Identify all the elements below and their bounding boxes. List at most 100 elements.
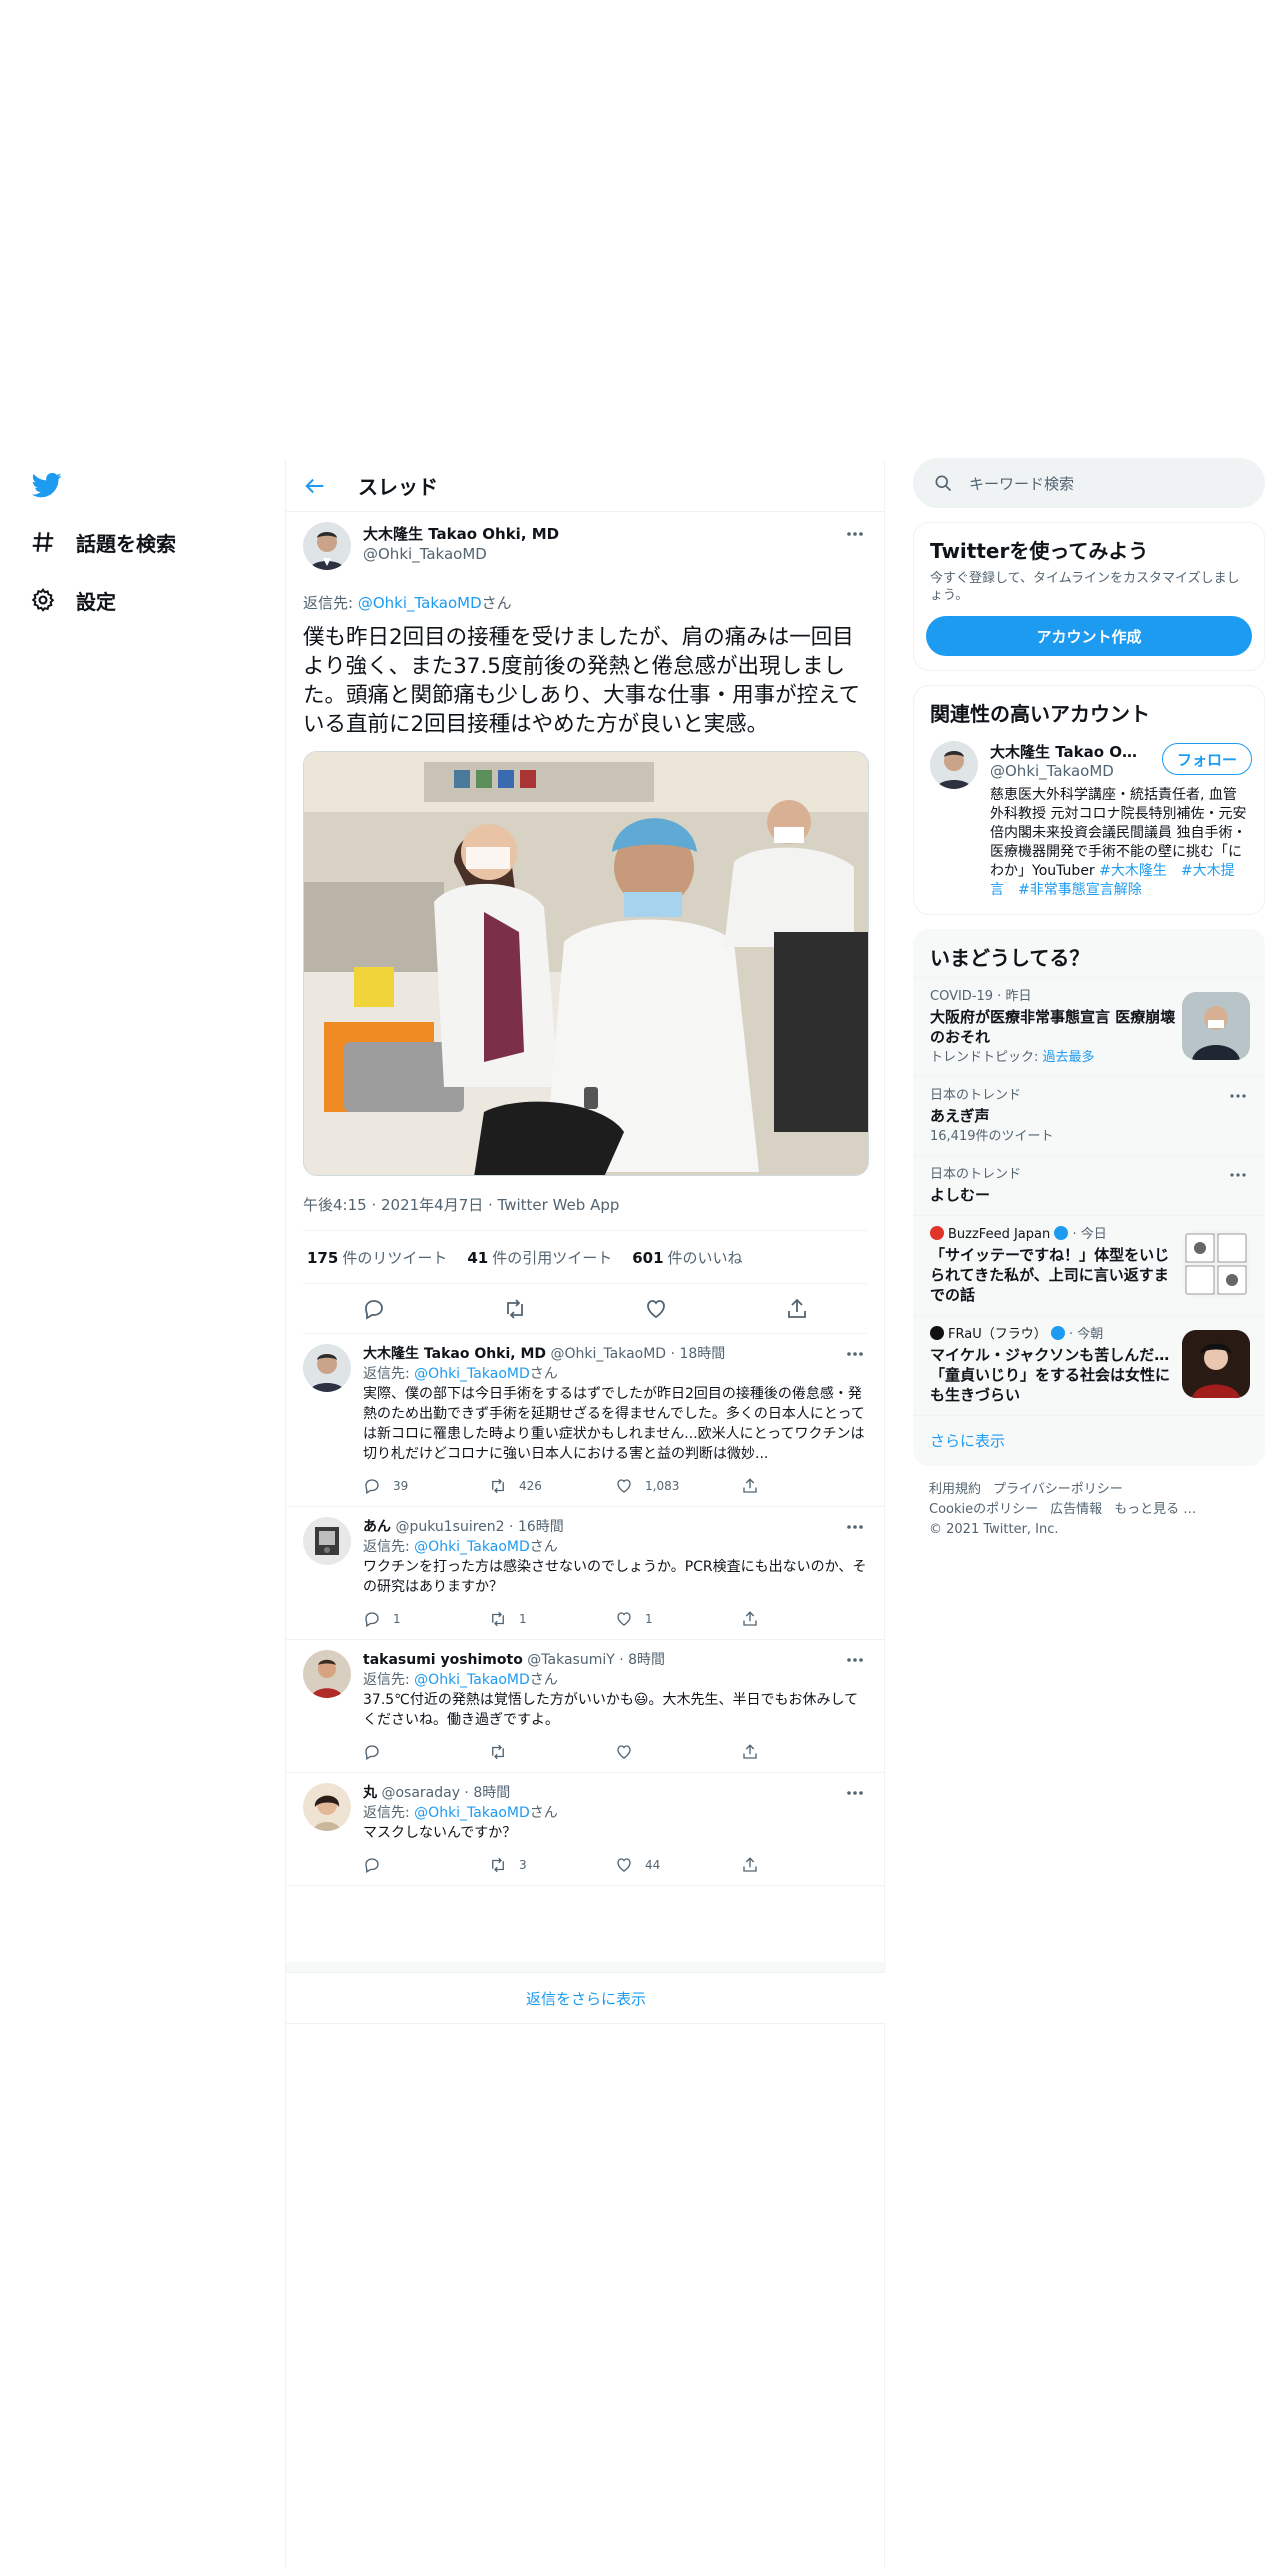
reply-time[interactable]: 8時間 (628, 1652, 665, 1668)
reply-to-link[interactable]: @Ohki_TakaoMD (414, 1366, 530, 1382)
avatar[interactable] (303, 1650, 351, 1698)
retweet-icon (492, 1478, 504, 1494)
avatar[interactable] (303, 1783, 351, 1831)
like-button[interactable] (615, 1743, 741, 1761)
trends-card: いまどうしてる？ COVID-19 · 昨日 大阪府が医療非常事態宣言 医療崩壊… (913, 929, 1265, 1466)
retweet-count-stat[interactable]: 175 件のリツイート (307, 1247, 447, 1268)
related-account[interactable]: 大木隆生 Takao Ohki... @Ohki_TakaoMD 慈恵医大外科学… (914, 733, 1264, 914)
reply-time[interactable]: 8時間 (473, 1785, 510, 1801)
nav-item-settings[interactable]: 設定 (30, 580, 116, 620)
hashtag-link[interactable]: #非常事態宣言解除 (1018, 882, 1142, 898)
author-username[interactable]: @Ohki_TakaoMD (363, 544, 559, 564)
reply-time[interactable]: 18時間 (679, 1346, 725, 1362)
reply-display-name[interactable]: takasumi yoshimoto (363, 1652, 523, 1668)
reply-button[interactable] (363, 1856, 489, 1874)
reply-icon (365, 1858, 379, 1873)
tweet-timestamp[interactable]: 午後4:15 · 2021年4月7日 · Twitter Web App (303, 1194, 867, 1226)
tweet-photo[interactable] (303, 751, 869, 1176)
retweet-button[interactable]: 1 (489, 1610, 615, 1628)
more-options-icon[interactable] (843, 524, 867, 544)
like-icon (617, 1612, 631, 1626)
share-icon[interactable] (785, 1297, 809, 1321)
like-button[interactable]: 1,083 (615, 1477, 741, 1495)
quote-count-stat[interactable]: 41 件の引用ツイート (467, 1247, 612, 1268)
avatar[interactable] (303, 522, 351, 570)
reply-button[interactable]: 39 (363, 1477, 489, 1495)
retweet-button[interactable] (489, 1743, 615, 1761)
news-item[interactable]: FRaU（フラウ） · 今朝 マイケル・ジャクソンも苦しんだ…「童貞いじり」をす… (914, 1315, 1264, 1415)
avatar[interactable] (303, 1517, 351, 1565)
reply-tweet[interactable]: takasumi yoshimoto @TakasumiY · 8時間 返信先:… (286, 1640, 884, 1773)
avatar[interactable] (930, 741, 978, 789)
reply-icon (365, 1479, 379, 1494)
create-account-button[interactable]: アカウント作成 (926, 616, 1252, 656)
like-button[interactable]: 1 (615, 1610, 741, 1628)
reply-display-name[interactable]: あん (363, 1519, 391, 1535)
section-divider (286, 1962, 886, 1972)
more-options-icon[interactable] (843, 1344, 867, 1364)
reply-text: 37.5℃付近の発熱は覚悟した方がいいかも😃。大木先生、半日でもお休みしてくださ… (363, 1692, 859, 1728)
retweet-button[interactable]: 3 (489, 1856, 615, 1874)
like-button[interactable]: 44 (615, 1856, 741, 1874)
reply-text: ワクチンを打った方は感染させないのでしょうか。PCR検査にも出ないのか、その研究… (363, 1559, 867, 1595)
reply-to-link[interactable]: @Ohki_TakaoMD (414, 1672, 530, 1688)
more-options-icon[interactable] (1228, 1089, 1248, 1103)
reply-username[interactable]: @osaraday (381, 1785, 460, 1801)
cookie-link[interactable]: Cookieのポリシー (929, 1502, 1038, 1517)
twitter-logo-icon[interactable] (30, 470, 64, 500)
related-title: 関連性の高いアカウント (930, 702, 1150, 726)
share-button[interactable] (741, 1477, 867, 1495)
more-link[interactable]: もっと見る … (1114, 1502, 1196, 1517)
ads-info-link[interactable]: 広告情報 (1050, 1502, 1102, 1517)
more-options-icon[interactable] (843, 1517, 867, 1537)
reply-button[interactable]: 1 (363, 1610, 489, 1628)
follow-button[interactable]: フォロー (1162, 743, 1252, 775)
thread-column: スレッド 大木隆生 Takao Ohki, MD @Ohki_TakaoMD 返… (285, 460, 886, 2568)
share-icon (743, 1744, 757, 1759)
reply-to-link[interactable]: @Ohki_TakaoMD (414, 1539, 530, 1555)
like-count-stat[interactable]: 601 件のいいね (632, 1247, 742, 1268)
reply-username[interactable]: @Ohki_TakaoMD (551, 1346, 667, 1362)
reply-display-name[interactable]: 丸 (363, 1785, 377, 1801)
show-more-trends-link[interactable]: さらに表示 (914, 1415, 1264, 1465)
reply-to-link[interactable]: @Ohki_TakaoMD (358, 594, 482, 612)
trend-item[interactable]: 日本のトレンド よしむー (914, 1155, 1264, 1215)
more-options-icon[interactable] (843, 1783, 867, 1803)
news-thumbnail (1182, 1230, 1250, 1298)
nav-item-explore[interactable]: 話題を検索 (30, 522, 176, 562)
reply-username[interactable]: @puku1suiren2 (395, 1519, 504, 1535)
reply-tweet[interactable]: 大木隆生 Takao Ohki, MD @Ohki_TakaoMD · 18時間… (286, 1334, 884, 1507)
share-button[interactable] (741, 1856, 867, 1874)
show-more-replies-button[interactable]: 返信をさらに表示 (286, 1972, 886, 2024)
reply-button[interactable] (363, 1743, 489, 1761)
share-button[interactable] (741, 1610, 867, 1628)
trend-item[interactable]: COVID-19 · 昨日 大阪府が医療非常事態宣言 医療崩壊のおそれ トレンド… (914, 977, 1264, 1076)
tweet-action-bar (303, 1284, 867, 1334)
more-options-icon[interactable] (1228, 1168, 1248, 1182)
author-display-name[interactable]: 大木隆生 Takao Ohki, MD (363, 524, 559, 544)
more-options-icon[interactable] (843, 1650, 867, 1670)
retweet-icon[interactable] (503, 1297, 527, 1321)
reply-display-name[interactable]: 大木隆生 Takao Ohki, MD (363, 1346, 546, 1362)
avatar[interactable] (303, 1344, 351, 1392)
reply-to-link[interactable]: @Ohki_TakaoMD (414, 1805, 530, 1821)
share-button[interactable] (741, 1743, 867, 1761)
reply-tweet[interactable]: 丸 @osaraday · 8時間 返信先: @Ohki_TakaoMDさん マ… (286, 1773, 884, 1886)
terms-link[interactable]: 利用規約 (929, 1482, 981, 1497)
related-display-name[interactable]: 大木隆生 Takao Ohki... (990, 741, 1140, 762)
trend-topic-link[interactable]: 過去最多 (1043, 1050, 1095, 1065)
reply-time[interactable]: 16時間 (518, 1519, 564, 1535)
reply-username[interactable]: @TakasumiY (527, 1652, 615, 1668)
copyright: © 2021 Twitter, Inc. (929, 1522, 1059, 1537)
hashtag-link[interactable]: #大木隆生 (1099, 863, 1167, 879)
news-item[interactable]: BuzzFeed Japan · 今日 「サイッテーですね！」体型をいじられてき… (914, 1215, 1264, 1315)
privacy-link[interactable]: プライバシーポリシー (993, 1482, 1123, 1497)
back-arrow-icon[interactable] (304, 475, 326, 497)
reply-icon[interactable] (362, 1297, 386, 1321)
like-icon[interactable] (644, 1297, 668, 1321)
trend-item[interactable]: 日本のトレンド あえぎ声 16,419件のツイート (914, 1076, 1264, 1155)
reply-tweet[interactable]: あん @puku1suiren2 · 16時間 返信先: @Ohki_Takao… (286, 1507, 884, 1640)
retweet-button[interactable]: 426 (489, 1477, 615, 1495)
search-input[interactable]: キーワード検索 (913, 458, 1265, 508)
trend-thumbnail (1182, 992, 1250, 1060)
